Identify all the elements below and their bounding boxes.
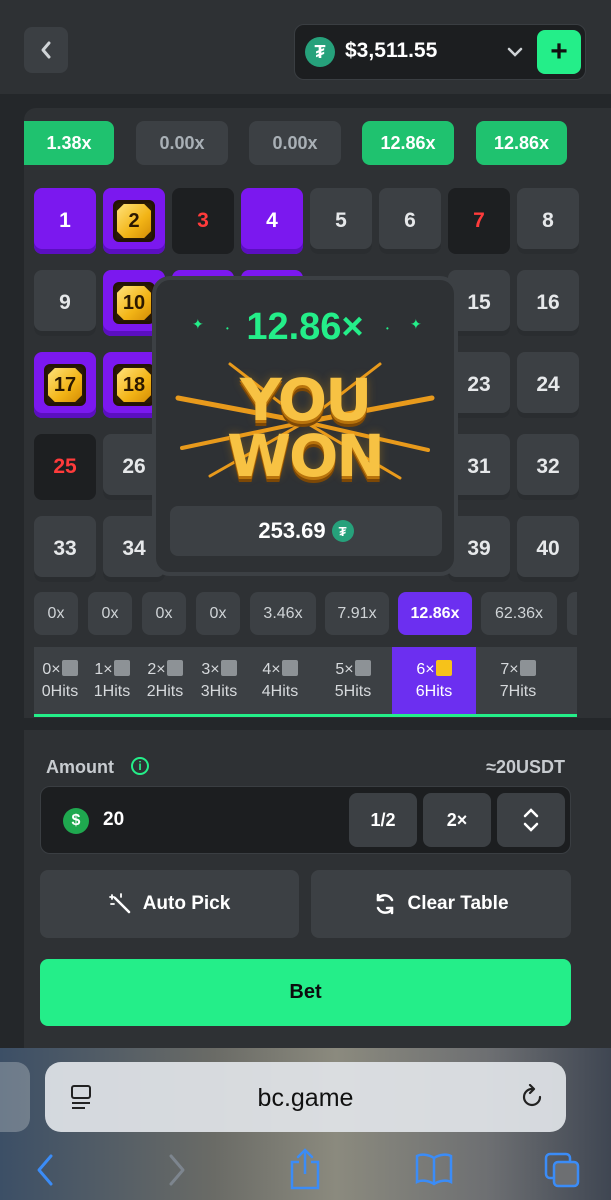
tile-5[interactable]: 5 (310, 188, 372, 254)
payout-chip: 0x (88, 592, 132, 635)
magic-wand-icon (108, 893, 130, 914)
tether-icon: ₮ (331, 520, 354, 542)
gem-square-icon (519, 659, 536, 676)
tile-40[interactable]: 40 (517, 516, 579, 582)
gem-square-icon (435, 659, 452, 676)
win-amount: 253.69 ₮ (170, 506, 442, 556)
chevron-left-icon (41, 41, 51, 59)
hits-cell: 1× 1Hits (93, 659, 131, 700)
tile-2[interactable]: 2 (103, 188, 165, 254)
forward-arrow-icon[interactable] (166, 1152, 188, 1188)
tile-7[interactable]: 7 (448, 188, 510, 254)
wallet-selector[interactable]: ₮ $3,511.55 + (294, 24, 586, 80)
payout-chip: 0x (142, 592, 186, 635)
amount-stepper[interactable] (497, 793, 565, 847)
address-bar[interactable]: bc.game (45, 1062, 566, 1132)
chevron-up-icon[interactable] (522, 807, 540, 818)
gem-square-icon (281, 659, 298, 676)
hits-cell: 0× 0Hits (41, 659, 79, 700)
gem-square-icon (113, 659, 130, 676)
amount-label: Amount (46, 757, 114, 777)
balance: $3,511.55 (345, 39, 438, 62)
hits-cell: 5× 5Hits (334, 659, 372, 700)
payout-chip: 0x (196, 592, 240, 635)
history-chip: 1.38x (24, 121, 114, 165)
tabs-icon[interactable] (544, 1152, 580, 1188)
history-chip: 12.86x (362, 121, 454, 165)
tile-17[interactable]: 17 (34, 352, 96, 418)
payout-chip-active: 12.86x (398, 592, 472, 635)
win-multiplier: 12.86× (246, 306, 364, 348)
url-text: bc.game (257, 1084, 354, 1112)
tile-9[interactable]: 9 (34, 270, 96, 336)
clear-table-button[interactable]: Clear Table (311, 870, 571, 938)
payout-chip: 0x (34, 592, 78, 635)
payout-chip: 62.36x (481, 592, 557, 635)
tile-24[interactable]: 24 (517, 352, 579, 418)
tile-33[interactable]: 33 (34, 516, 96, 582)
auto-pick-button[interactable]: Auto Pick (40, 870, 299, 938)
tile-32[interactable]: 32 (517, 434, 579, 500)
hits-cell: 3× 3Hits (200, 659, 238, 700)
hits-cell: 7× 7Hits (499, 659, 537, 700)
tether-icon: ₮ (305, 37, 335, 67)
gem-icon: 18 (113, 364, 155, 406)
tile-6[interactable]: 6 (379, 188, 441, 254)
payout-chip: 7.91x (325, 592, 389, 635)
tile-25[interactable]: 25 (34, 434, 96, 500)
hits-cell-active: 6× 6Hits (392, 647, 476, 714)
dollar-icon: $ (63, 808, 89, 834)
gem-icon: 2 (113, 200, 155, 242)
double-button[interactable]: 2× (423, 793, 491, 847)
win-popup: ✦ • • ✦ 12.86× YOU WON 253.69 ₮ (152, 276, 458, 576)
gem-icon: 17 (44, 364, 86, 406)
payout-chip: 3.46x (250, 592, 316, 635)
you-won-title: WON (227, 422, 385, 490)
chevron-down-icon[interactable] (522, 822, 540, 833)
tile-16[interactable]: 16 (517, 270, 579, 336)
amount-approx: ≈20USDT (486, 757, 565, 777)
bookmarks-icon[interactable] (414, 1152, 454, 1186)
gem-square-icon (220, 659, 237, 676)
gem-icon: 10 (113, 282, 155, 324)
gem-square-icon (354, 659, 371, 676)
browser-toolbar: bc.game (0, 1048, 611, 1200)
back-button[interactable] (24, 27, 68, 73)
chevron-down-icon[interactable] (505, 40, 525, 64)
tile-4[interactable]: 4 (241, 188, 303, 254)
payout-chip-overflow (567, 592, 577, 635)
previous-tab-edge[interactable] (0, 1062, 30, 1132)
history-chip: 12.86x (476, 121, 567, 165)
gem-square-icon (61, 659, 78, 676)
refresh-icon (377, 893, 394, 915)
deposit-button[interactable]: + (537, 30, 581, 74)
hits-cell: 4× 4Hits (261, 659, 299, 700)
tile-1[interactable]: 1 (34, 188, 96, 254)
reload-icon[interactable] (519, 1084, 545, 1110)
tile-8[interactable]: 8 (517, 188, 579, 254)
history-chip: 0.00x (249, 121, 341, 165)
half-button[interactable]: 1/2 (349, 793, 417, 847)
hits-cell: 2× 2Hits (146, 659, 184, 700)
gem-square-icon (166, 659, 183, 676)
info-icon[interactable]: i (131, 757, 149, 775)
amount-value[interactable]: 20 (103, 809, 124, 831)
hits-table: 0× 0Hits 1× 1Hits 2× 2Hits 3× 3Hits 4× 4Hits … (34, 647, 577, 717)
bet-button[interactable]: Bet (40, 959, 571, 1026)
tile-3[interactable]: 3 (172, 188, 234, 254)
history-chip: 0.00x (136, 121, 228, 165)
back-arrow-icon[interactable] (34, 1152, 56, 1188)
share-icon[interactable] (288, 1148, 322, 1190)
header: ₮ $3,511.55 + (0, 0, 611, 94)
amount-field[interactable]: $ 20 1/2 2× (40, 786, 571, 854)
